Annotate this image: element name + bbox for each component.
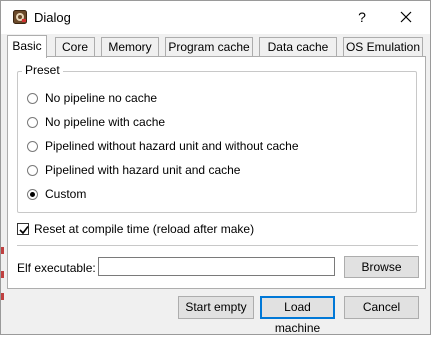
elf-executable-input[interactable] [98,257,335,276]
radio-label: No pipeline with cache [45,115,166,129]
tab-os-emulation[interactable]: OS Emulation [343,37,423,57]
radio-label: No pipeline no cache [45,91,158,105]
tab-basic[interactable]: Basic [7,35,47,58]
radio-button[interactable] [27,93,38,104]
dialog-window: Dialog ? Basic Core Memory Program cache… [0,0,431,335]
help-button[interactable]: ? [347,5,377,29]
start-empty-button[interactable]: Start empty [178,296,254,319]
radio-label: Pipelined with hazard unit and cache [45,163,241,177]
close-icon [400,11,412,23]
title-bar: Dialog ? [1,1,430,34]
load-machine-button[interactable]: Load machine [260,296,335,335]
elf-executable-label: Elf executable: [17,261,96,275]
checkbox-label: Reset at compile time (reload after make… [34,222,255,236]
background-artifact [1,293,4,300]
app-icon [13,10,27,24]
radio-label: Pipelined without hazard unit and withou… [45,139,299,153]
tab-core[interactable]: Core [55,37,95,57]
radio-button[interactable] [27,141,38,152]
radio-label: Custom [45,187,87,201]
preset-group-title: Preset [22,63,63,77]
checkbox[interactable] [17,223,29,235]
radio-button[interactable] [27,165,38,176]
radio-button-selected[interactable] [27,189,38,200]
tab-memory[interactable]: Memory [101,37,159,57]
background-artifact [1,247,4,254]
tab-data-cache[interactable]: Data cache [259,37,337,57]
radio-button[interactable] [27,117,38,128]
background-artifact [1,271,4,278]
checkmark-icon [19,226,29,235]
cancel-button[interactable]: Cancel [344,296,419,319]
close-button[interactable] [390,5,422,29]
browse-button[interactable]: Browse [344,256,419,278]
separator [17,245,418,246]
tab-panel-basic: Preset No pipeline no cache No pipeline … [7,56,426,289]
tab-program-cache[interactable]: Program cache [165,37,253,57]
window-title: Dialog [34,10,71,25]
